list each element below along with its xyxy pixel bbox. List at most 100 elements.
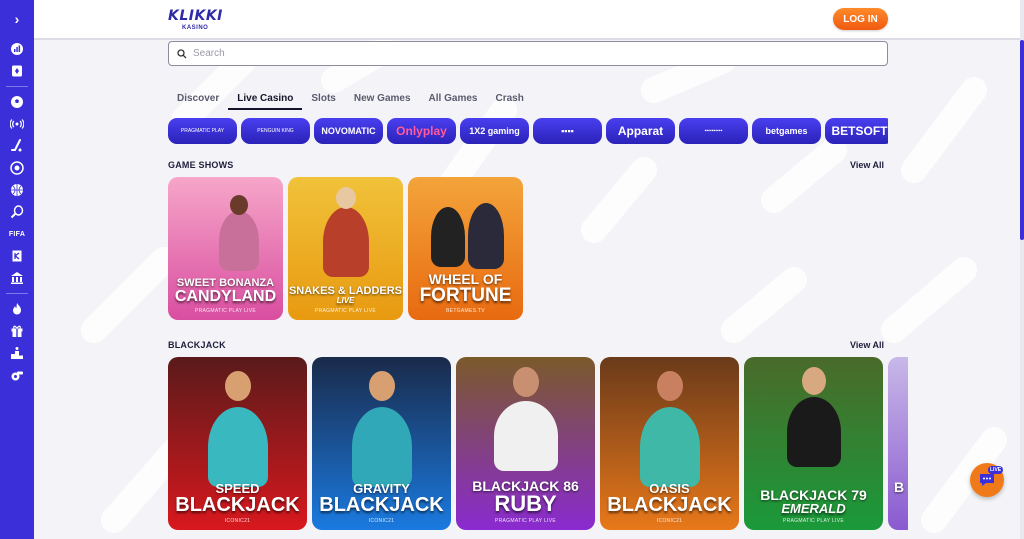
sidebar-item-target[interactable] — [0, 157, 34, 179]
dealer-figure — [786, 397, 841, 467]
sidebar-item-promotions[interactable] — [0, 320, 34, 342]
dealer-head — [656, 371, 683, 401]
game-card-wheel-of-fortune[interactable]: WHEEL OF FORTUNE BETGAMES.TV — [408, 177, 523, 320]
tab-new-games[interactable]: New Games — [345, 88, 420, 110]
provider-chip[interactable]: ▪▪▪▪▪▪▪▪▪▪ — [679, 118, 748, 144]
sidebar-item-stats[interactable] — [0, 38, 34, 60]
sidebar-item-casino[interactable] — [0, 267, 34, 289]
dealer-figure — [468, 203, 505, 269]
game-card-snakes-ladders[interactable]: SNAKES & LADDERS LIVE PRAGMATIC PLAY LIV… — [288, 177, 403, 320]
whistle-icon — [11, 371, 23, 381]
gift-icon — [11, 325, 23, 337]
sidebar-item-cards[interactable] — [0, 60, 34, 82]
game-title-line1: WHEEL OF — [428, 271, 503, 287]
game-card-sweet-bonanza-candyland[interactable]: SWEET BONANZA CANDYLAND PRAGMATIC PLAY L… — [168, 177, 283, 320]
game-provider: BETGAMES.TV — [446, 308, 485, 314]
provider-chip[interactable]: PRAGMATIC PLAY — [168, 118, 237, 144]
game-title-line1: B — [894, 479, 905, 495]
sidebar: › FIFA — [0, 0, 34, 539]
game-card-partial[interactable]: B — [888, 357, 908, 530]
kiosk-icon — [12, 250, 22, 262]
search-bar[interactable] — [168, 41, 888, 66]
game-title-line2: BLACKJACK — [607, 494, 732, 516]
sidebar-item-hockey[interactable] — [0, 135, 34, 157]
blackjack-row: SPEED BLACKJACK ICONIC21 GRAVITY BLACKJA… — [168, 357, 908, 530]
dealer-figure — [431, 207, 466, 267]
dealer-figure — [639, 407, 700, 487]
game-provider: PRAGMATIC PLAY LIVE — [783, 518, 844, 524]
tab-crash[interactable]: Crash — [486, 88, 532, 110]
sidebar-item-tournaments[interactable] — [0, 342, 34, 364]
search-input[interactable] — [193, 48, 873, 59]
view-all-blackjack-link[interactable]: View All — [850, 340, 884, 350]
logo-subtext: KASINO — [182, 25, 209, 31]
game-provider: PRAGMATIC PLAY LIVE — [315, 308, 376, 314]
provider-chip[interactable]: betgames — [752, 118, 821, 144]
page-scrollbar[interactable] — [1020, 0, 1024, 539]
game-title-line1: BLACKJACK 79 — [760, 487, 867, 503]
target-icon — [10, 161, 24, 175]
dealer-head — [230, 195, 249, 215]
provider-chip[interactable]: ▪▪▪▪ — [533, 118, 602, 144]
game-card-speed-blackjack[interactable]: SPEED BLACKJACK ICONIC21 — [168, 357, 307, 530]
provider-chip[interactable]: Apparat — [606, 118, 675, 144]
sidebar-item-basketball[interactable] — [0, 179, 34, 201]
dealer-head — [368, 371, 395, 401]
provider-chip[interactable]: 1X2 gaming — [460, 118, 529, 144]
sidebar-item-kiosk[interactable] — [0, 245, 34, 267]
dealer-figure — [207, 407, 268, 487]
tab-slots[interactable]: Slots — [302, 88, 344, 110]
login-button[interactable]: LOG IN — [833, 8, 888, 30]
tab-all-games[interactable]: All Games — [420, 88, 487, 110]
dealer-figure — [322, 207, 369, 277]
game-title-line2: BLACKJACK — [319, 494, 444, 516]
top-bar-divider — [34, 38, 1024, 40]
section-title-game-shows: GAME SHOWS — [168, 160, 234, 170]
game-title-line2: FORTUNE — [419, 285, 512, 306]
tab-live-casino[interactable]: Live Casino — [228, 88, 303, 110]
game-title-line2: RUBY — [494, 491, 557, 516]
provider-chip[interactable]: NOVOMATIC — [314, 118, 383, 144]
game-card-gravity-blackjack[interactable]: GRAVITY BLACKJACK ICONIC21 — [312, 357, 451, 530]
sidebar-item-tennis[interactable] — [0, 201, 34, 223]
card-icon — [12, 65, 22, 77]
sidebar-toggle-button[interactable]: › — [0, 0, 34, 38]
scrollbar-thumb[interactable] — [1020, 40, 1024, 240]
sidebar-item-live[interactable] — [0, 113, 34, 135]
fifa-icon: FIFA — [8, 230, 26, 238]
sidebar-item-hot[interactable] — [0, 298, 34, 320]
tab-discover[interactable]: Discover — [168, 88, 228, 110]
basketball-icon — [11, 184, 23, 196]
game-card-blackjack-86-ruby[interactable]: BLACKJACK 86 RUBY PRAGMATIC PLAY LIVE — [456, 357, 595, 530]
game-shows-row: SWEET BONANZA CANDYLAND PRAGMATIC PLAY L… — [168, 177, 888, 320]
hockey-icon — [11, 139, 22, 152]
dealer-head — [335, 187, 356, 209]
sidebar-divider — [6, 293, 28, 294]
provider-chip[interactable]: BETSOFT — [825, 118, 888, 144]
sidebar-item-referee[interactable] — [0, 364, 34, 386]
provider-chip[interactable]: Onlyplay — [387, 118, 456, 144]
game-provider: PRAGMATIC PLAY LIVE — [195, 308, 256, 314]
game-provider: ICONIC21 — [224, 518, 251, 524]
dealer-head — [801, 367, 826, 395]
game-title-line2: LIVE — [336, 296, 355, 305]
game-title-line2: CANDYLAND — [174, 288, 277, 305]
chat-icon — [980, 474, 994, 486]
dealer-figure — [219, 211, 260, 271]
category-tabs: Discover Live Casino Slots New Games All… — [168, 88, 533, 110]
live-chat-button[interactable]: LIVE — [970, 463, 1004, 497]
podium-icon — [11, 347, 23, 359]
game-title-line2: BLACKJACK — [175, 494, 300, 516]
game-provider: ICONIC21 — [656, 518, 683, 524]
klikki-logo[interactable]: KLIKKI KASINO — [168, 7, 230, 33]
chevron-right-icon: › — [14, 11, 20, 27]
sidebar-item-fifa[interactable]: FIFA — [0, 223, 34, 245]
game-title-line2: EMERALD — [781, 501, 846, 516]
provider-chip[interactable]: PENGUIN KING — [241, 118, 310, 144]
game-card-blackjack-79-emerald[interactable]: BLACKJACK 79 EMERALD PRAGMATIC PLAY LIVE — [744, 357, 883, 530]
sidebar-item-soccer[interactable] — [0, 91, 34, 113]
view-all-game-shows-link[interactable]: View All — [850, 160, 884, 170]
chart-icon — [11, 43, 23, 55]
casino-icon — [11, 272, 23, 284]
game-card-oasis-blackjack[interactable]: OASIS BLACKJACK ICONIC21 — [600, 357, 739, 530]
